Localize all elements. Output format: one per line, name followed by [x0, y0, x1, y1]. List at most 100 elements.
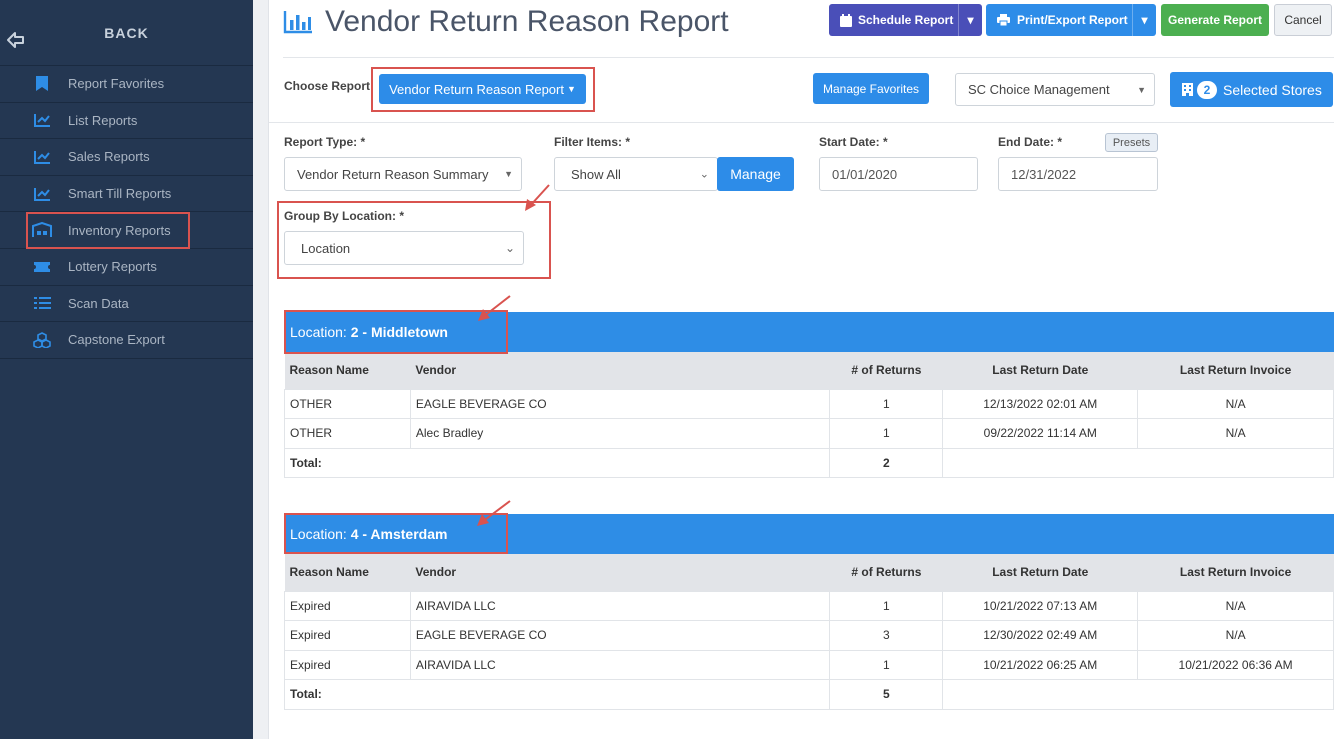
vendor-cell: EAGLE BEVERAGE CO: [409, 388, 831, 419]
vendor-cell: Alec Bradley: [409, 418, 831, 449]
vendor-cell: EAGLE BEVERAGE CO: [409, 620, 831, 651]
last-return-date-cell: 12/30/2022 02:49 AM: [942, 620, 1139, 651]
company-value: SC Choice Management: [968, 82, 1110, 97]
report-type-label: Report Type: *: [284, 135, 366, 149]
location-header: Location: 4 - Amsterdam: [284, 514, 1334, 554]
filter-items-select[interactable]: Show All ⌄: [554, 157, 718, 191]
line-chart-icon: [32, 184, 52, 204]
filter-items-label: Filter Items: *: [554, 135, 631, 149]
return-table: Reason Name Vendor # of Returns Last Ret…: [283, 352, 1334, 478]
table-header-row: Reason Name Vendor # of Returns Last Ret…: [284, 352, 1334, 389]
selected-stores-button[interactable]: 2 Selected Stores: [1170, 72, 1333, 107]
column-header: Reason Name: [284, 352, 411, 389]
table-row: Expired AIRAVIDA LLC 1 10/21/2022 07:13 …: [284, 590, 1334, 621]
returns-cell: 1: [829, 649, 944, 680]
sidebar-item-label: Report Favorites: [68, 76, 165, 92]
sidebar-item-smart-till-reports[interactable]: Smart Till Reports: [0, 176, 253, 213]
cancel-label: Cancel: [1284, 13, 1322, 27]
warehouse-icon: [32, 220, 52, 240]
sidebar-item-list-reports[interactable]: List Reports: [0, 103, 253, 140]
generate-report-button[interactable]: Generate Report: [1161, 4, 1269, 36]
reason-cell: OTHER: [284, 418, 411, 449]
company-select[interactable]: SC Choice Management ▼: [955, 73, 1155, 106]
sidebar-item-label: Capstone Export: [68, 332, 165, 348]
chevron-down-icon: ▼: [1137, 84, 1146, 95]
returns-cell: 1: [829, 388, 944, 419]
caret-down-icon: ▼: [566, 84, 576, 94]
back-label: BACK: [104, 24, 149, 41]
stores-count-badge: 2: [1197, 80, 1217, 99]
chevron-down-icon[interactable]: ▾: [1132, 4, 1156, 36]
last-return-invoice-cell: N/A: [1137, 388, 1334, 419]
back-button[interactable]: BACK: [0, 0, 253, 66]
schedule-report-button[interactable]: Schedule Report ▾: [829, 4, 982, 36]
reason-cell: Expired: [284, 590, 411, 621]
table-row: OTHER EAGLE BEVERAGE CO 1 12/13/2022 02:…: [284, 388, 1334, 419]
column-header: Vendor: [410, 352, 830, 389]
bar-chart-icon: [283, 11, 312, 34]
sidebar: BACK Report Favorites List Reports Sales…: [0, 0, 253, 739]
sidebar-item-report-favorites[interactable]: Report Favorites: [0, 66, 253, 103]
cubes-icon: [32, 330, 52, 350]
main-content: Vendor Return Reason Report Schedule Rep…: [253, 0, 1334, 739]
chevron-down-icon: ▼: [504, 169, 513, 179]
last-return-invoice-cell: N/A: [1137, 620, 1334, 651]
start-date-label: Start Date: *: [819, 135, 888, 149]
manage-favorites-button[interactable]: Manage Favorites: [813, 73, 929, 104]
group-by-location-select[interactable]: Location ⌄: [284, 231, 524, 265]
vendor-cell: AIRAVIDA LLC: [409, 590, 831, 621]
total-label: Total:: [283, 679, 831, 710]
end-date-value: 12/31/2022: [1011, 166, 1077, 182]
print-export-button[interactable]: Print/Export Report ▾: [986, 4, 1156, 36]
filters-divider: [269, 122, 1334, 123]
manage-label: Manage: [730, 166, 781, 182]
last-return-date-cell: 09/22/2022 11:14 AM: [942, 418, 1139, 449]
last-return-invoice-cell: N/A: [1137, 418, 1334, 449]
chevron-down-icon[interactable]: ▾: [958, 4, 982, 36]
header-divider: [283, 57, 1334, 58]
sidebar-item-sales-reports[interactable]: Sales Reports: [0, 139, 253, 176]
end-date-label: End Date: *: [998, 135, 1063, 149]
sidebar-item-inventory-reports[interactable]: Inventory Reports: [0, 212, 253, 249]
sidebar-item-label: Inventory Reports: [68, 222, 171, 238]
page-title: Vendor Return Reason Report: [325, 5, 729, 38]
ticket-icon: [32, 257, 52, 277]
column-header: Last Return Date: [942, 554, 1138, 591]
return-table: Reason Name Vendor # of Returns Last Ret…: [283, 554, 1334, 710]
returns-cell: 1: [829, 590, 944, 621]
start-date-value: 01/01/2020: [832, 166, 898, 182]
sidebar-item-lottery-reports[interactable]: Lottery Reports: [0, 249, 253, 286]
presets-button[interactable]: Presets: [1105, 133, 1158, 152]
sidebar-item-label: List Reports: [68, 112, 138, 128]
report-type-value: Vendor Return Reason Summary: [297, 166, 489, 182]
report-type-select[interactable]: Vendor Return Reason Summary ▼: [284, 157, 522, 191]
column-header: Last Return Invoice: [1137, 554, 1334, 591]
table-row: Expired AIRAVIDA LLC 1 10/21/2022 06:25 …: [284, 649, 1334, 680]
total-label: Total:: [283, 447, 831, 478]
manage-button[interactable]: Manage: [717, 157, 794, 191]
total-value: 5: [829, 679, 944, 710]
last-return-date-cell: 10/21/2022 07:13 AM: [942, 590, 1139, 621]
start-date-input[interactable]: 01/01/2020: [819, 157, 978, 191]
last-return-date-cell: 10/21/2022 06:25 AM: [942, 649, 1139, 680]
column-header: # of Returns: [829, 352, 943, 389]
sidebar-item-scan-data[interactable]: Scan Data: [0, 286, 253, 323]
total-empty-cell: [942, 679, 1334, 710]
sidebar-item-capstone-export[interactable]: Capstone Export: [0, 322, 253, 359]
location-name: 4 - Amsterdam: [350, 526, 448, 542]
last-return-invoice-cell: 10/21/2022 06:36 AM: [1137, 649, 1334, 680]
location-name: 2 - Middletown: [350, 324, 448, 340]
cancel-button[interactable]: Cancel: [1274, 4, 1332, 36]
filter-items-value: Show All: [571, 166, 621, 182]
total-empty-cell: [942, 447, 1334, 478]
chevron-down-icon: ⌄: [504, 241, 515, 255]
sidebar-item-label: Sales Reports: [68, 149, 150, 165]
total-row: Total: 2: [283, 447, 1334, 478]
report-selector-button[interactable]: Vendor Return Reason Report ▼: [379, 74, 586, 104]
end-date-input[interactable]: 12/31/2022: [998, 157, 1158, 191]
column-header: Vendor: [410, 554, 830, 591]
building-icon: [1182, 83, 1193, 96]
reason-cell: Expired: [284, 620, 411, 651]
reason-cell: Expired: [284, 649, 411, 680]
line-chart-icon: [32, 110, 52, 130]
